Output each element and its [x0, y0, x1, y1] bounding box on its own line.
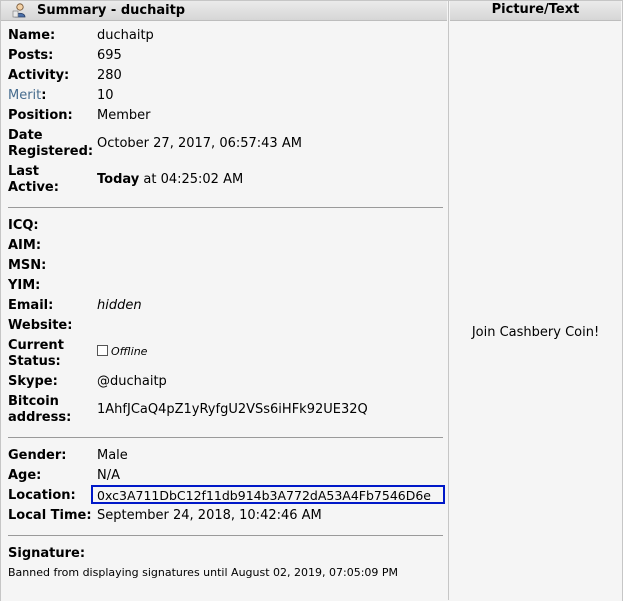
position-label: Position: [8, 108, 73, 123]
status-label-line2: Status: [8, 354, 61, 369]
activity-value: 280 [97, 68, 122, 83]
current-status-label: Current Status: [8, 338, 64, 370]
summary-header: Summary - duchaitp [1, 1, 447, 21]
website-label: Website: [8, 318, 73, 333]
position-value: Member [97, 108, 151, 123]
gender-value: Male [97, 448, 128, 463]
yim-label: YIM: [8, 278, 41, 293]
email-label: Email: [8, 298, 54, 313]
name-label: Name: [8, 28, 56, 43]
bitcoin-label-line1: Bitcoin [8, 394, 59, 409]
local-time-value: September 24, 2018, 10:42:46 AM [97, 508, 322, 523]
last-active-label-line1: Last [8, 164, 40, 179]
merit-label: Merit: [8, 88, 46, 104]
icq-label: ICQ: [8, 218, 39, 233]
merit-colon: : [41, 88, 47, 103]
msn-label: MSN: [8, 258, 47, 273]
date-registered-value: October 27, 2017, 06:57:43 AM [97, 136, 302, 151]
signature-label: Signature: [8, 546, 86, 561]
posts-value: 695 [97, 48, 122, 63]
date-registered-label-line2: Registered: [8, 144, 94, 159]
posts-label: Posts: [8, 48, 54, 63]
separator [8, 437, 443, 438]
separator [8, 207, 443, 208]
bitcoin-label: Bitcoin address: [8, 394, 71, 426]
user-icon [12, 3, 26, 18]
status-text: Offline [111, 345, 148, 358]
age-value: N/A [97, 468, 120, 483]
location-value: 0xc3A711DbC12f11db914b3A772dA53A4Fb7546D… [97, 488, 431, 503]
column-divider [448, 0, 449, 600]
skype-value: @duchaitp [97, 374, 167, 389]
summary-title: Summary - duchaitp [37, 3, 186, 18]
merit-value: 10 [97, 88, 114, 103]
bitcoin-label-line2: address: [8, 410, 72, 425]
offline-checkbox-icon [97, 345, 108, 356]
last-active-value: Today at 04:25:02 AM [97, 172, 243, 188]
merit-link[interactable]: Merit [8, 88, 41, 103]
picture-text-header: Picture/Text [450, 1, 621, 21]
email-value: hidden [97, 298, 142, 313]
last-active-today: Today [97, 172, 140, 187]
status-label-line1: Current [8, 338, 64, 353]
last-active-label: Last Active: [8, 164, 59, 196]
activity-label: Activity: [8, 68, 70, 83]
personal-text: Join Cashbery Coin! [471, 325, 600, 340]
gender-label: Gender: [8, 448, 67, 463]
name-value: duchaitp [97, 28, 154, 43]
separator [8, 535, 443, 536]
status-value: Offline [97, 344, 147, 360]
local-time-label: Local Time: [8, 508, 92, 523]
bitcoin-value: 1AhfJCaQ4pZ1yRyfgU2VSs6iHFk92UE32Q [97, 402, 368, 417]
age-label: Age: [8, 468, 42, 483]
date-registered-label: Date Registered: [8, 128, 93, 160]
location-label: Location: [8, 488, 76, 503]
last-active-label-line2: Active: [8, 180, 59, 195]
date-registered-label-line1: Date [8, 128, 43, 143]
aim-label: AIM: [8, 238, 42, 253]
skype-label: Skype: [8, 374, 58, 389]
signature-text: Banned from displaying signatures until … [8, 566, 399, 579]
last-active-time: at 04:25:02 AM [139, 172, 244, 187]
